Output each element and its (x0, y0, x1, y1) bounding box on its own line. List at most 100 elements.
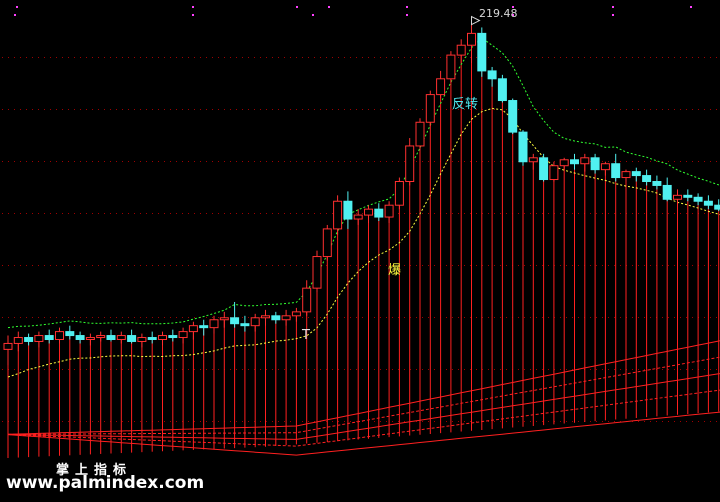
grid-dot (506, 213, 507, 214)
grid-dot (698, 161, 699, 162)
grid-dot (146, 213, 147, 214)
grid-dot (614, 369, 615, 370)
grid-dot (608, 57, 609, 58)
candle-down (75, 335, 85, 340)
grid-dot (710, 317, 711, 318)
grid-dot (224, 161, 225, 162)
grid-dot (656, 109, 657, 110)
grid-dot (164, 317, 165, 318)
grid-dot (200, 161, 201, 162)
grid-dot (314, 213, 315, 214)
grid-dot (14, 213, 15, 214)
grid-dot (308, 317, 309, 318)
grid-dot (146, 369, 147, 370)
grid-dot (8, 317, 9, 318)
grid-dot (230, 421, 231, 422)
grid-dot (242, 161, 243, 162)
grid-dot (236, 57, 237, 58)
grid-dot (614, 317, 615, 318)
grid-dot (206, 57, 207, 58)
grid-dot (218, 57, 219, 58)
grid-dot (176, 109, 177, 110)
grid-dot (128, 161, 129, 162)
grid-dot (164, 161, 165, 162)
grid-dot (170, 161, 171, 162)
grid-dot (50, 265, 51, 266)
grid-dot (332, 317, 333, 318)
annotation-burst: 爆 (388, 263, 402, 278)
grid-dot (290, 265, 291, 266)
grid-dot (116, 161, 117, 162)
grid-dot (470, 161, 471, 162)
grid-dot (404, 265, 405, 266)
grid-dot (248, 161, 249, 162)
grid-dot (116, 369, 117, 370)
candle-down (106, 335, 116, 340)
grid-dot (608, 161, 609, 162)
grid-dot (254, 161, 255, 162)
grid-dot (146, 161, 147, 162)
grid-dot (572, 57, 573, 58)
grid-dot (410, 109, 411, 110)
grid-dot (584, 57, 585, 58)
grid-dot (404, 161, 405, 162)
grid-dot (32, 369, 33, 370)
grid-dot (602, 161, 603, 162)
candle-down (374, 208, 384, 218)
grid-dot (368, 109, 369, 110)
grid-dot (116, 109, 117, 110)
grid-dot (74, 265, 75, 266)
grid-dot (344, 57, 345, 58)
grid-dot (710, 213, 711, 214)
grid-dot (578, 109, 579, 110)
grid-dot (476, 161, 477, 162)
grid-dot (56, 369, 57, 370)
grid-dot (386, 265, 387, 266)
grid-dot (332, 109, 333, 110)
grid-dot (272, 421, 273, 422)
grid-dot (314, 317, 315, 318)
grid-dot (530, 109, 531, 110)
candle-down (631, 171, 641, 177)
grid-dot (350, 421, 351, 422)
grid-dot (458, 421, 459, 422)
grid-dot (710, 109, 711, 110)
grid-dot (572, 317, 573, 318)
top-marker-dot (612, 6, 614, 8)
grid-dot (380, 317, 381, 318)
grid-dot (566, 109, 567, 110)
grid-dot (464, 57, 465, 58)
grid-dot (92, 265, 93, 266)
grid-dot (176, 369, 177, 370)
grid-dot (158, 369, 159, 370)
grid-dot (278, 213, 279, 214)
grid-dot (686, 265, 687, 266)
grid-dot (398, 317, 399, 318)
grid-dot (302, 109, 303, 110)
grid-dot (380, 57, 381, 58)
grid-dot (614, 109, 615, 110)
grid-dot (356, 109, 357, 110)
grid-dot (338, 317, 339, 318)
grid-dot (320, 369, 321, 370)
grid-dot (470, 57, 471, 58)
top-marker-dot (192, 14, 194, 16)
grid-dot (590, 317, 591, 318)
bottom-trend-line (7, 389, 720, 447)
grid-dot (194, 421, 195, 422)
grid-dot (56, 161, 57, 162)
grid-dot (170, 213, 171, 214)
grid-dot (266, 109, 267, 110)
grid-dot (98, 161, 99, 162)
grid-dot (332, 265, 333, 266)
candle-down (508, 100, 518, 133)
grid-dot (560, 369, 561, 370)
grid-dot (212, 109, 213, 110)
grid-dot (164, 213, 165, 214)
grid-dot (164, 57, 165, 58)
grid-dot (578, 317, 579, 318)
grid-dot (188, 213, 189, 214)
grid-dot (596, 317, 597, 318)
grid-dot (686, 317, 687, 318)
grid-dot (152, 161, 153, 162)
